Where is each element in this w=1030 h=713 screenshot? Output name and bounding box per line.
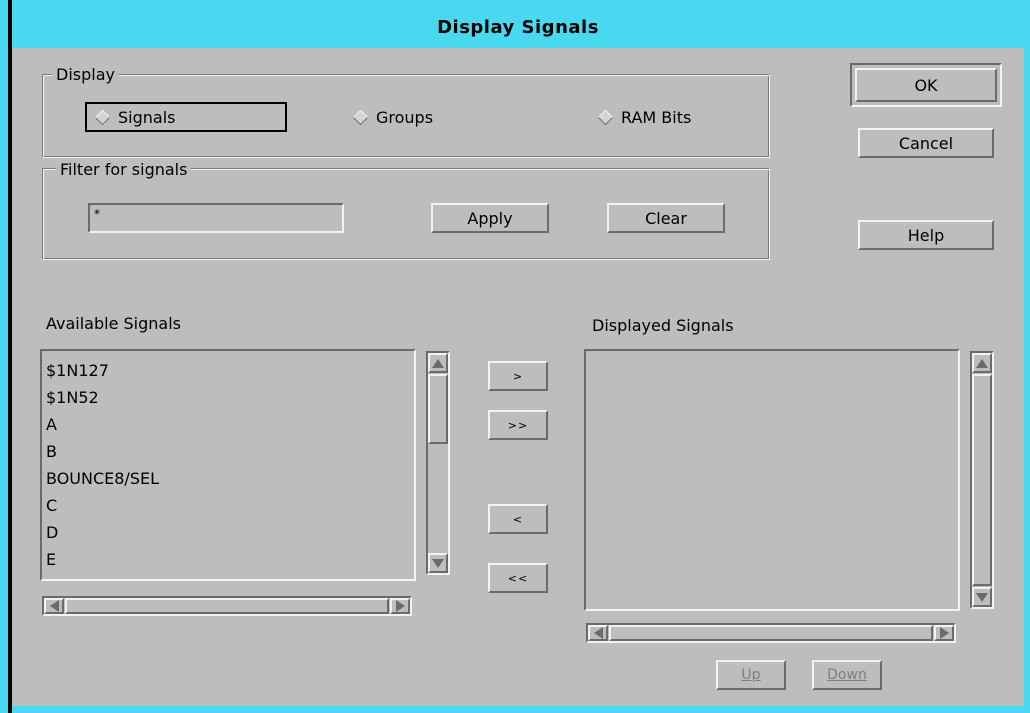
available-hscroll-thumb[interactable]	[65, 598, 389, 614]
list-item[interactable]: B	[42, 438, 414, 465]
available-vscrollbar[interactable]	[426, 351, 450, 575]
arrow-up-icon	[976, 358, 988, 368]
arrow-left-icon	[593, 627, 603, 639]
apply-button[interactable]: Apply	[431, 203, 549, 233]
list-item[interactable]: BOUNCE8/SEL	[42, 465, 414, 492]
scroll-left-button[interactable]	[44, 598, 64, 614]
displayed-hscroll-thumb[interactable]	[609, 625, 933, 641]
diamond-radio-icon	[94, 109, 111, 125]
add-signal-button[interactable]: >	[488, 361, 548, 391]
arrow-right-icon	[395, 600, 405, 612]
ok-button-frame: OK	[850, 63, 1002, 107]
scroll-down-button[interactable]	[972, 587, 992, 607]
remove-signal-button[interactable]: <	[488, 504, 548, 534]
displayed-hscrollbar[interactable]	[586, 623, 956, 643]
list-item[interactable]: C	[42, 492, 414, 519]
add-all-signals-button[interactable]: >>	[488, 410, 548, 440]
scroll-down-button[interactable]	[428, 553, 448, 573]
displayed-vscrollbar[interactable]	[970, 351, 994, 609]
window-title: Display Signals	[437, 17, 599, 38]
dialog-window: Display Signals Display Signals Groups R…	[0, 0, 1030, 713]
list-item[interactable]: D	[42, 519, 414, 546]
display-group-label: Display	[52, 66, 119, 84]
available-hscrollbar[interactable]	[42, 596, 412, 616]
move-up-button[interactable]: Up	[716, 660, 786, 690]
displayed-signals-list[interactable]	[584, 349, 960, 611]
arrow-down-icon	[976, 592, 988, 602]
radio-ram-bits[interactable]: RAM Bits	[597, 102, 691, 132]
filter-input[interactable]: *	[88, 203, 344, 233]
clear-button[interactable]: Clear	[607, 203, 725, 233]
help-button[interactable]: Help	[858, 220, 994, 250]
scroll-up-button[interactable]	[428, 353, 448, 373]
arrow-down-icon	[432, 558, 444, 568]
scroll-left-button[interactable]	[588, 625, 608, 641]
displayed-signals-label: Displayed Signals	[592, 316, 734, 335]
list-item[interactable]: A	[42, 411, 414, 438]
radio-groups[interactable]: Groups	[352, 102, 433, 132]
arrow-right-icon	[939, 627, 949, 639]
scroll-right-button[interactable]	[934, 625, 954, 641]
scroll-right-button[interactable]	[390, 598, 410, 614]
list-item[interactable]: $1N127	[42, 357, 414, 384]
remove-all-signals-button[interactable]: <<	[488, 563, 548, 593]
available-signals-label: Available Signals	[46, 314, 181, 333]
available-signals-items: $1N127 $1N52 A B BOUNCE8/SEL C D E	[42, 357, 414, 573]
scroll-up-button[interactable]	[972, 353, 992, 373]
filter-group-label: Filter for signals	[56, 161, 192, 179]
arrow-left-icon	[49, 600, 59, 612]
ok-button[interactable]: OK	[855, 68, 997, 102]
available-signals-list[interactable]: $1N127 $1N52 A B BOUNCE8/SEL C D E	[40, 349, 416, 581]
diamond-radio-icon	[597, 109, 614, 125]
dialog-body: Display Signals Groups RAM Bits Filter f…	[12, 48, 1024, 706]
cancel-button[interactable]: Cancel	[858, 128, 994, 158]
title-bar[interactable]: Display Signals	[12, 8, 1024, 48]
available-vscroll-thumb[interactable]	[428, 374, 448, 444]
diamond-radio-icon	[352, 109, 369, 125]
list-item[interactable]: E	[42, 546, 414, 573]
radio-signals[interactable]: Signals	[85, 102, 287, 132]
list-item[interactable]: $1N52	[42, 384, 414, 411]
displayed-vscroll-thumb[interactable]	[972, 374, 992, 586]
move-down-button[interactable]: Down	[812, 660, 882, 690]
arrow-up-icon	[432, 358, 444, 368]
